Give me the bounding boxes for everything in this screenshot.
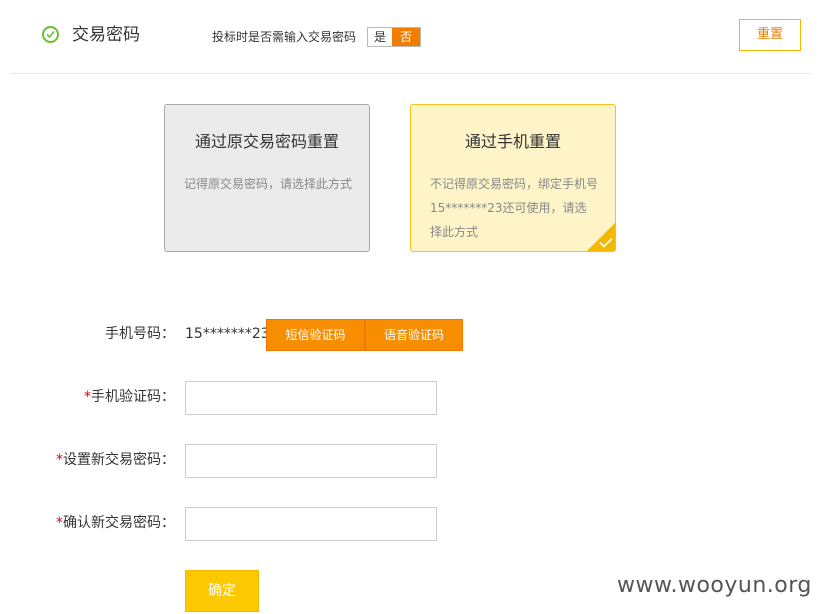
card-title: 通过手机重置 <box>464 132 561 151</box>
phone-number-label-text: 手机号码： <box>105 326 175 342</box>
required-mark: * <box>56 515 63 531</box>
bid-password-toggle[interactable]: 是 否 <box>367 27 421 47</box>
checkmark-icon <box>599 237 613 248</box>
submit-button[interactable]: 确定 <box>185 570 259 612</box>
phone-number-value: 15*******23 <box>185 326 270 342</box>
reset-button[interactable]: 重置 <box>739 19 801 51</box>
phone-number-label: 手机号码： <box>105 325 175 343</box>
confirm-password-label: *确认新交易密码： <box>56 514 175 532</box>
reset-by-phone-card[interactable]: 通过手机重置 不记得原交易密码，绑定手机号 15*******23还可使用，请选… <box>410 104 616 252</box>
card-title: 通过原交易密码重置 <box>194 132 339 151</box>
reset-by-old-password-card[interactable]: 通过原交易密码重置 记得原交易密码，请选择此方式 <box>164 104 370 252</box>
bid-password-prompt: 投标时是否需输入交易密码 <box>212 30 357 44</box>
section-title: 交易密码 <box>72 25 140 45</box>
new-password-label: *设置新交易密码： <box>56 451 175 469</box>
card-description: 记得原交易密码，请选择此方式 <box>184 177 353 191</box>
verify-code-label-text: 手机验证码： <box>91 389 175 405</box>
toggle-no-option[interactable]: 否 <box>392 28 420 46</box>
confirm-password-input[interactable] <box>185 507 437 541</box>
new-password-label-text: 设置新交易密码： <box>63 452 175 468</box>
confirm-password-label-text: 确认新交易密码： <box>63 515 175 531</box>
required-mark: * <box>56 452 63 468</box>
watermark-text: www.wooyun.org <box>617 573 812 598</box>
sms-code-button[interactable]: 短信验证码 <box>266 319 365 351</box>
voice-code-button[interactable]: 语音验证码 <box>365 319 463 351</box>
page-header: 交易密码 投标时是否需输入交易密码 是 否 重置 <box>0 0 823 74</box>
toggle-yes-option[interactable]: 是 <box>368 28 392 46</box>
new-password-input[interactable] <box>185 444 437 478</box>
verify-code-label: *手机验证码： <box>84 388 175 406</box>
check-circle-icon <box>42 26 59 43</box>
verify-code-input[interactable] <box>185 381 437 415</box>
header-divider <box>10 73 811 74</box>
required-mark: * <box>84 389 91 405</box>
card-description: 不记得原交易密码，绑定手机号 15*******23还可使用，请选择此方式 <box>430 177 599 239</box>
